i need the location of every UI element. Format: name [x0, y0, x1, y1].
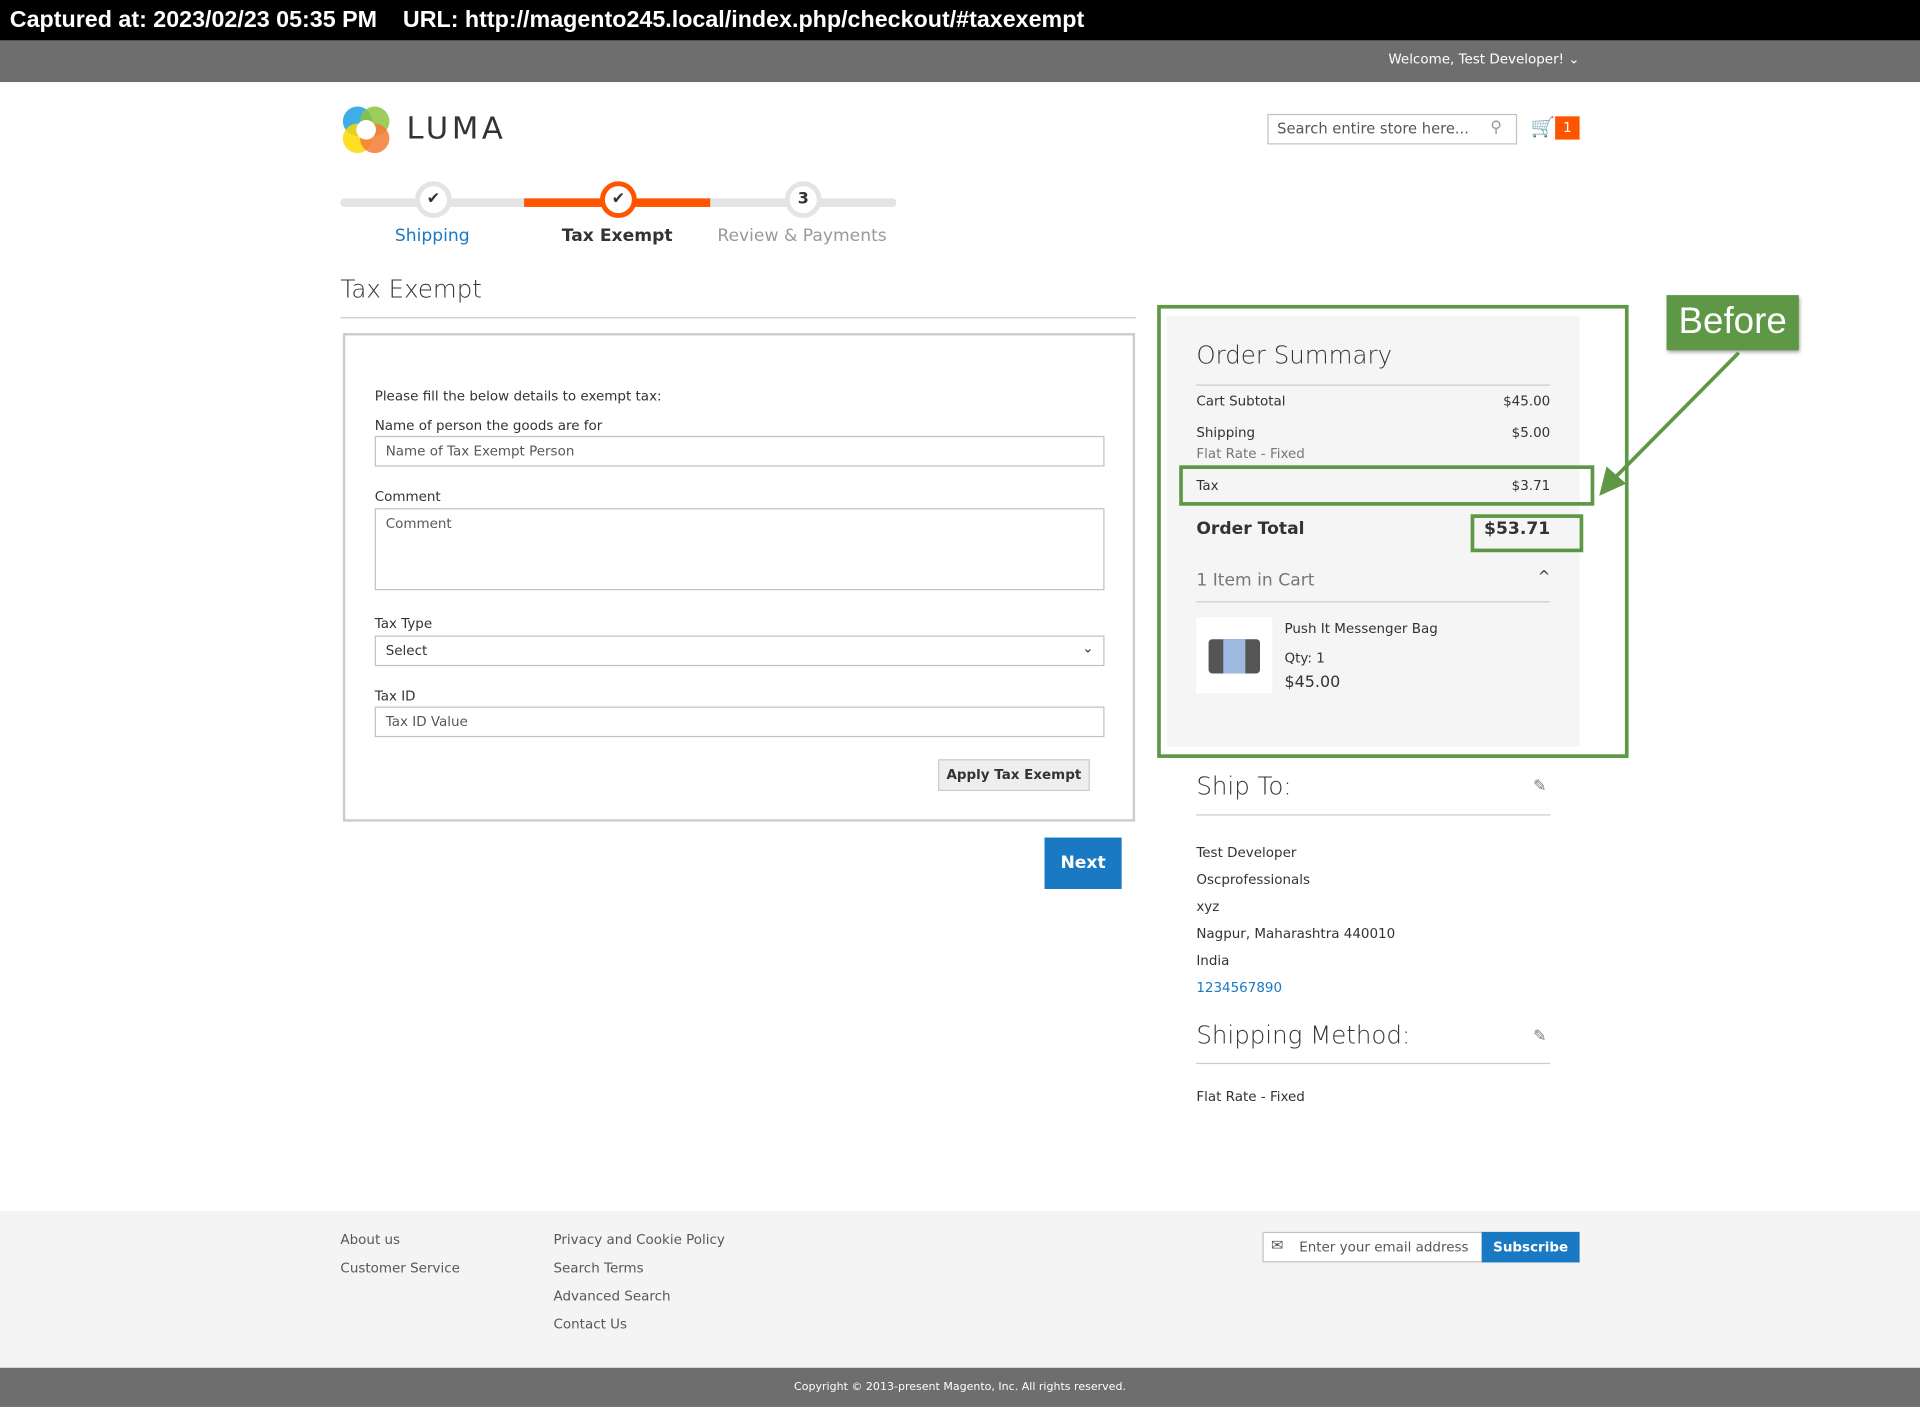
- edit-pencil-icon[interactable]: ✎: [1533, 1027, 1546, 1045]
- taxtype-label: Tax Type: [374, 615, 433, 632]
- cart-count-badge: 1: [1555, 116, 1580, 140]
- section-title: Tax Exempt: [340, 274, 482, 304]
- step-review-label: Review & Payments: [717, 226, 887, 247]
- annotation-box-tax: [1179, 465, 1595, 506]
- footer-link[interactable]: Search Terms: [553, 1260, 643, 1276]
- footer: About us Customer Service Privacy and Co…: [0, 1211, 1920, 1368]
- tax-exempt-form: Please fill the below details to exempt …: [342, 333, 1136, 822]
- subscribe-button[interactable]: Subscribe: [1481, 1231, 1580, 1263]
- step-shipping-marker: ✔: [415, 181, 452, 218]
- edit-pencil-icon[interactable]: ✎: [1533, 778, 1546, 796]
- step-review-marker: 3: [784, 181, 822, 218]
- search-input[interactable]: Search entire store here...: [1267, 113, 1518, 145]
- taxid-input[interactable]: Tax ID Value: [374, 706, 1105, 738]
- annotation-box-total: [1470, 514, 1584, 553]
- phone-link[interactable]: 1234567890: [1196, 975, 1395, 1002]
- logo-icon[interactable]: [340, 104, 391, 155]
- shipping-method-value: Flat Rate - Fixed: [1196, 1088, 1305, 1105]
- taxtype-select[interactable]: Select ⌄: [374, 635, 1105, 667]
- ship-to-address: Test Developer Oscprofessionals xyz Nagp…: [1196, 840, 1395, 1002]
- footer-link[interactable]: Advanced Search: [553, 1288, 670, 1304]
- ship-to-title: Ship To:: [1196, 771, 1292, 801]
- capture-banner: Captured at: 2023/02/23 05:35 PM URL: ht…: [0, 0, 1920, 41]
- address-line: Test Developer: [1196, 844, 1297, 861]
- address-line: Nagpur, Maharashtra 440010: [1196, 925, 1396, 942]
- annotation-label: Before: [1666, 295, 1799, 351]
- cart-icon[interactable]: 🛒: [1531, 115, 1555, 138]
- taxid-label: Tax ID: [374, 688, 416, 705]
- copyright: Copyright © 2013-present Magento, Inc. A…: [0, 1367, 1920, 1407]
- search-icon[interactable]: ⚲: [1490, 119, 1502, 137]
- address-line: Oscprofessionals: [1196, 871, 1311, 888]
- footer-link[interactable]: Privacy and Cookie Policy: [553, 1232, 724, 1248]
- welcome-menu[interactable]: Welcome, Test Developer! ⌄: [1388, 51, 1579, 67]
- annotation-arrow-icon: [1599, 351, 1741, 496]
- name-label: Name of person the goods are for: [374, 417, 603, 434]
- footer-link[interactable]: Contact Us: [553, 1316, 627, 1332]
- footer-link[interactable]: Customer Service: [340, 1260, 460, 1276]
- divider: [340, 317, 1137, 319]
- address-line: xyz: [1196, 898, 1220, 915]
- step-shipping-link[interactable]: Shipping: [340, 227, 524, 247]
- apply-tax-exempt-button[interactable]: Apply Tax Exempt: [937, 759, 1090, 792]
- top-bar: Welcome, Test Developer! ⌄: [0, 40, 1920, 83]
- next-button[interactable]: Next: [1044, 837, 1122, 889]
- form-intro: Please fill the below details to exempt …: [374, 388, 662, 405]
- footer-link[interactable]: About us: [340, 1232, 400, 1248]
- step-taxexempt-marker: ✔: [600, 181, 637, 218]
- envelope-icon: ✉: [1271, 1236, 1284, 1254]
- address-line: India: [1196, 952, 1230, 969]
- shipping-method-title: Shipping Method:: [1196, 1020, 1411, 1050]
- comment-label: Comment: [374, 488, 441, 505]
- comment-textarea[interactable]: Comment: [374, 508, 1105, 591]
- chevron-down-icon: ⌄: [1082, 640, 1094, 657]
- logo-text: LUMA: [406, 110, 507, 146]
- step-taxexempt-label: Tax Exempt: [561, 226, 673, 247]
- newsletter-email-input[interactable]: Enter your email address: [1262, 1231, 1483, 1263]
- name-input[interactable]: Name of Tax Exempt Person: [374, 435, 1105, 467]
